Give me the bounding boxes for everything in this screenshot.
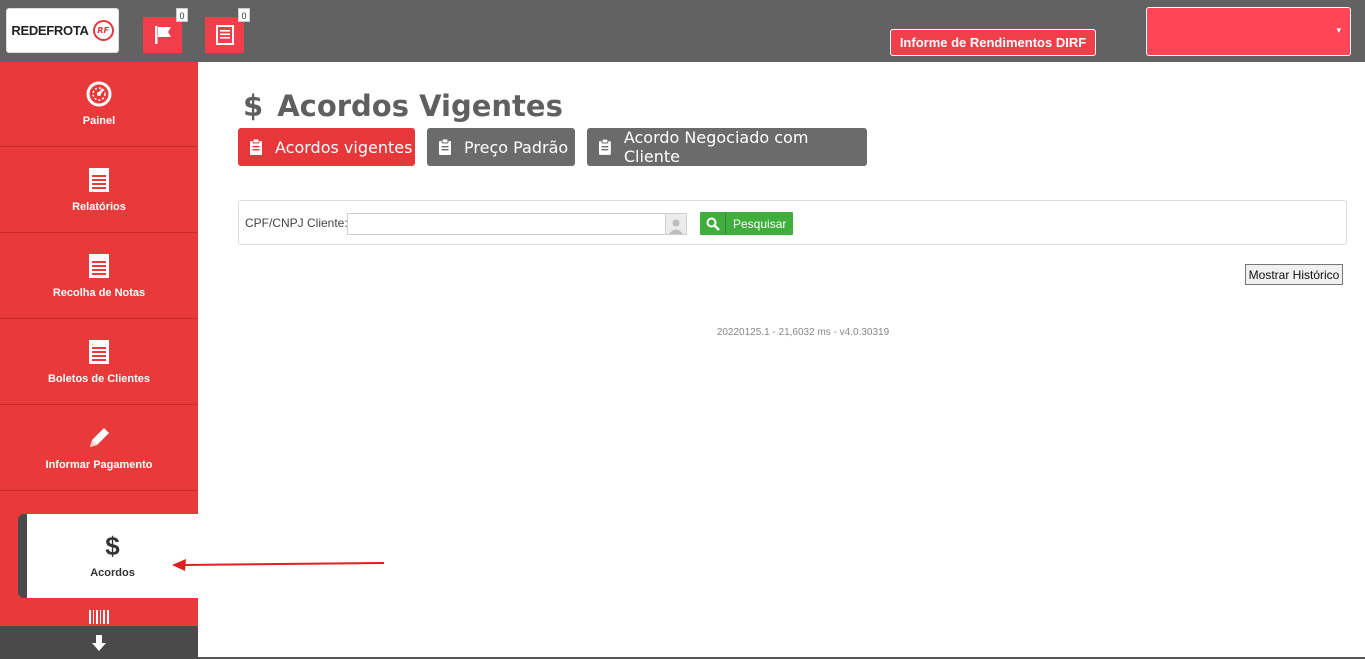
top-bar: REDEFROTA RF 0 0 Informe de Rendimentos … <box>0 0 1365 62</box>
sidebar: Painel Relatórios Recolha de Notas Bolet… <box>0 62 198 659</box>
sidebar-item-label: Informar Pagamento <box>45 459 153 471</box>
sidebar-item-label: Recolha de Notas <box>52 287 146 299</box>
arrow-down-icon <box>92 634 106 651</box>
cpf-cnpj-input[interactable] <box>347 213 666 235</box>
user-menu[interactable]: ▾ <box>1146 7 1351 56</box>
sidebar-item-label: Boletos de Clientes <box>47 373 151 385</box>
sidebar-item-label: Painel <box>82 115 116 127</box>
filter-panel: CPF/CNPJ Cliente: Pesquisar <box>238 200 1347 245</box>
annotation-arrow <box>172 559 385 571</box>
documents-count-badge: 0 <box>238 8 250 22</box>
document-icon <box>215 25 234 45</box>
sidebar-scroll-down-button[interactable] <box>0 626 198 659</box>
clipboard-icon <box>439 138 451 155</box>
sidebar-item-informar-pagamento[interactable]: Informar Pagamento <box>0 406 198 491</box>
search-icon <box>700 212 726 235</box>
dirf-report-button[interactable]: Informe de Rendimentos DIRF <box>890 29 1096 56</box>
logo-text: REDEFROTA <box>11 23 89 38</box>
tab-label: Acordo Negociado com Cliente <box>623 128 809 166</box>
logo-badge: RF <box>92 20 114 41</box>
sidebar-item-partial[interactable] <box>0 598 198 628</box>
page-title-text: Acordos Vigentes <box>277 89 563 123</box>
sidebar-item-painel[interactable]: Painel <box>0 62 198 147</box>
barcode-icon <box>89 610 109 624</box>
cpf-cnpj-label: CPF/CNPJ Cliente: <box>245 216 348 230</box>
flags-button[interactable] <box>143 17 182 53</box>
pencil-icon <box>90 428 109 447</box>
user-icon <box>669 219 683 234</box>
flags-count-badge: 0 <box>176 8 188 22</box>
tab-label: Acordos vigentes <box>275 137 413 157</box>
tab-label: Preço Padrão <box>464 137 569 157</box>
sidebar-item-label: Acordos <box>90 567 135 579</box>
dollar-icon: $ <box>105 531 120 561</box>
sidebar-item-relatorios[interactable]: Relatórios <box>0 148 198 233</box>
chevron-down-icon: ▾ <box>1336 26 1341 36</box>
document-list-icon <box>89 254 109 278</box>
clipboard-icon <box>598 138 611 155</box>
user-lookup-button[interactable] <box>666 213 687 235</box>
search-button[interactable]: Pesquisar <box>700 212 793 235</box>
documents-button[interactable] <box>205 17 244 53</box>
sidebar-item-boletos-de-clientes[interactable]: Boletos de Clientes <box>0 320 198 405</box>
document-list-icon <box>89 340 109 364</box>
version-info: 20220125.1 - 21,6032 ms - v4.0.30319 <box>716 327 890 338</box>
redefrota-logo[interactable]: REDEFROTA RF <box>6 8 119 53</box>
sidebar-item-recolha-de-notas[interactable]: Recolha de Notas <box>0 234 198 319</box>
page-title: $ Acordos Vigentes <box>243 86 563 126</box>
search-button-label: Pesquisar <box>733 216 787 231</box>
sidebar-item-label: Relatórios <box>72 201 126 213</box>
document-list-icon <box>89 168 109 192</box>
flag-icon <box>154 26 171 44</box>
dollar-icon: $ <box>243 89 264 123</box>
show-history-button[interactable]: Mostrar Histórico <box>1245 264 1343 285</box>
tab-preco-padrao[interactable]: Preço Padrão <box>427 128 575 166</box>
tab-acordos-vigentes[interactable]: Acordos vigentes <box>238 128 415 166</box>
clipboard-icon <box>250 138 262 155</box>
tab-acordo-negociado[interactable]: Acordo Negociado com Cliente <box>587 128 867 166</box>
dashboard-gauge-icon <box>86 81 112 107</box>
